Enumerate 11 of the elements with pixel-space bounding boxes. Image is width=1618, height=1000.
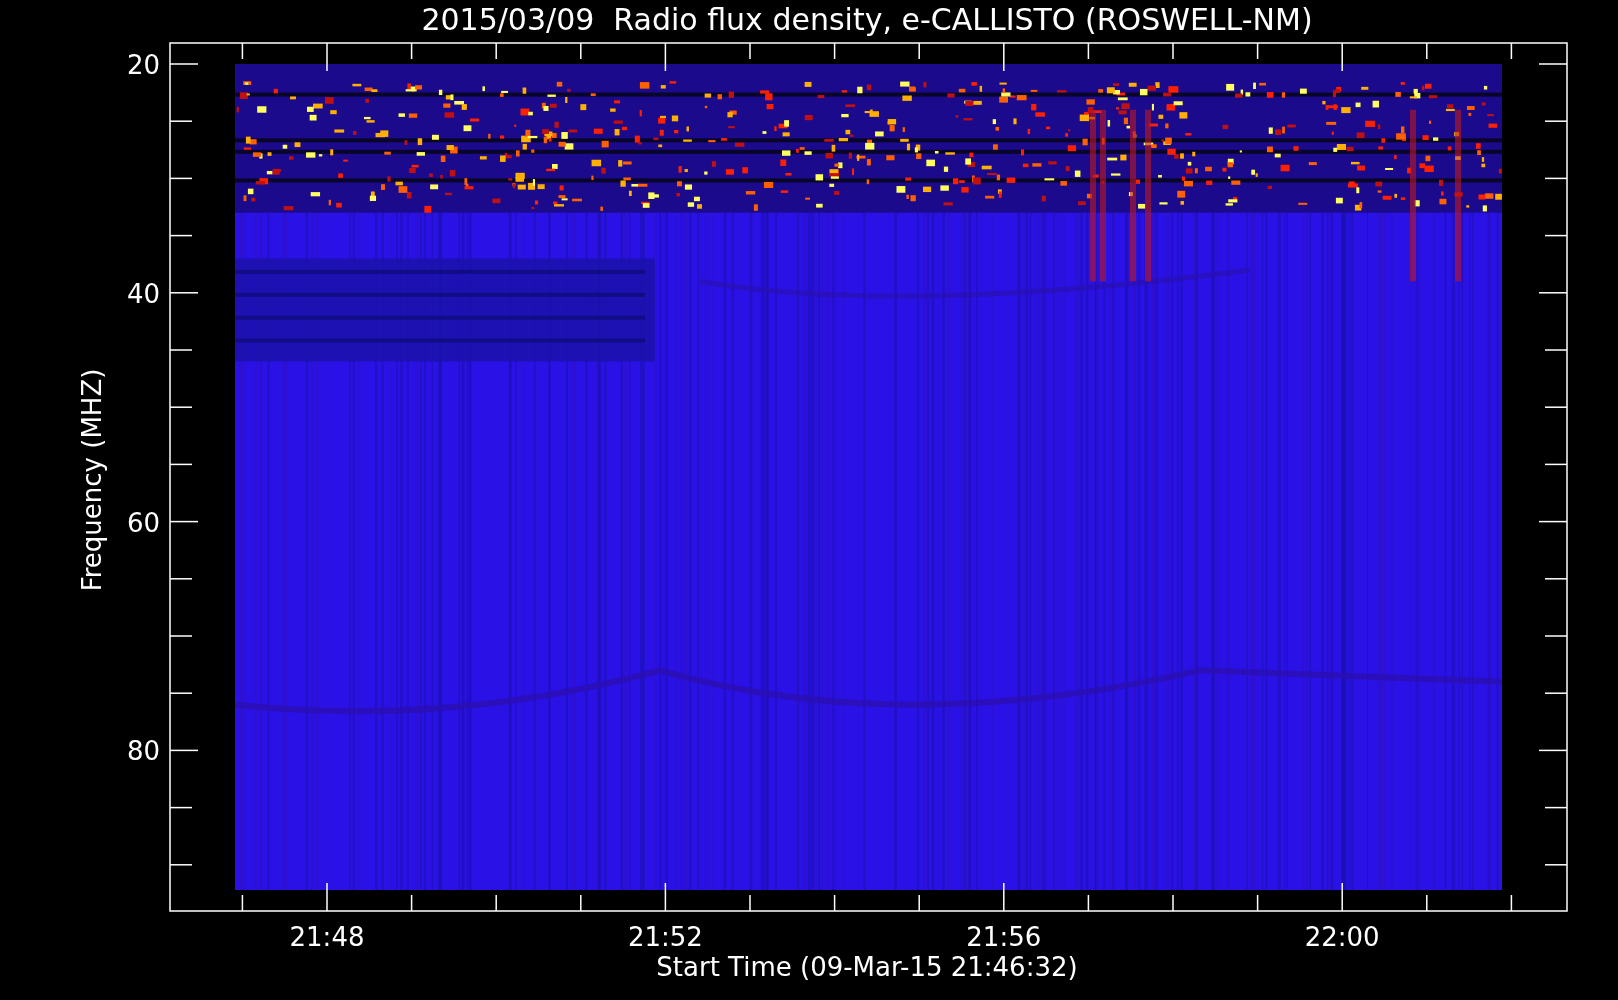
y-tick-label: 20: [126, 50, 160, 80]
x-tick-label: 21:52: [627, 922, 703, 952]
chart-title: 2015/03/09 Radio flux density, e-CALLISTO (ROSWELL-NM): [421, 2, 1313, 37]
y-tick-label: 80: [126, 736, 160, 767]
y-tick-label: 40: [126, 278, 160, 309]
x-tick-label: 22:00: [1304, 922, 1380, 952]
y-tick-label: 60: [126, 507, 160, 538]
y-axis-label: Frequency (MHZ): [77, 368, 107, 592]
x-tick-label: 21:56: [966, 922, 1042, 952]
x-tick-label: 21:48: [289, 922, 365, 952]
x-axis-label: Start Time (09-Mar-15 21:46:32): [656, 952, 1078, 982]
